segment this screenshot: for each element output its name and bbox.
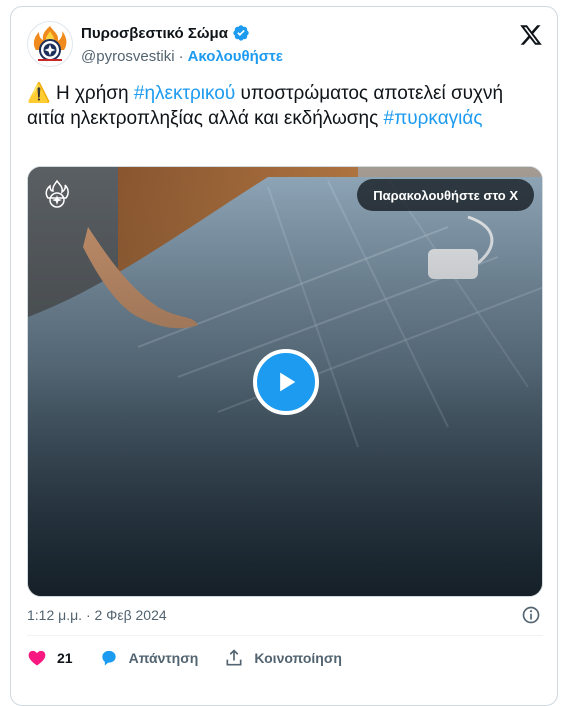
heart-icon	[28, 650, 46, 666]
share-icon	[226, 649, 242, 666]
share-label: Κοινοποίηση	[254, 650, 342, 666]
handle[interactable]: @pyrosvestiki	[81, 48, 175, 65]
reply-button[interactable]: Απάντηση	[99, 648, 199, 668]
avatar[interactable]	[27, 21, 73, 67]
warning-emoji: ⚠️	[27, 83, 51, 104]
fire-brigade-watermark-icon	[45, 179, 69, 208]
display-name[interactable]: Πυροσβεστικό Σώμα	[81, 25, 228, 42]
reply-bubble-icon	[101, 650, 116, 666]
video-player[interactable]: Παρακολουθήστε στο X	[27, 166, 543, 597]
name-line: Πυροσβεστικό Σώμα	[81, 23, 250, 43]
play-button[interactable]	[253, 349, 319, 415]
handle-line: @pyrosvestiki · Ακολουθήστε	[81, 46, 283, 66]
fire-brigade-logo-icon	[33, 26, 67, 61]
like-count: 21	[57, 650, 73, 666]
hashtag-link[interactable]: #πυρκαγιάς	[384, 108, 483, 129]
like-button[interactable]: 21	[27, 648, 73, 668]
verified-badge-icon	[233, 25, 249, 41]
x-logo-icon[interactable]	[519, 23, 543, 47]
reply-label: Απάντηση	[128, 650, 199, 666]
tweet-text-part-1: Η χρήση	[50, 83, 134, 104]
action-bar: 21 Απάντηση Κοινοποίηση	[27, 645, 368, 671]
watch-on-x-button[interactable]: Παρακολουθήστε στο X	[357, 179, 534, 211]
tweet-text: ⚠️ Η χρήση #ηλεκτρικού υποστρώματος αποτ…	[27, 81, 543, 131]
hashtag-link[interactable]: #ηλεκτρικού	[134, 83, 235, 104]
tweet-timestamp[interactable]: 1:12 μ.μ. · 2 Φεβ 2024	[27, 607, 167, 623]
play-icon	[280, 372, 296, 392]
tweet-card[interactable]: Πυροσβεστικό Σώμα @pyrosvestiki · Ακολου…	[10, 6, 558, 706]
follow-button[interactable]: Ακολουθήστε	[188, 48, 283, 65]
divider	[27, 635, 543, 636]
info-icon[interactable]	[521, 605, 541, 625]
share-button[interactable]: Κοινοποίηση	[224, 648, 342, 668]
separator-dot: ·	[178, 47, 184, 65]
tweet-header: Πυροσβεστικό Σώμα @pyrosvestiki · Ακολου…	[27, 21, 543, 71]
